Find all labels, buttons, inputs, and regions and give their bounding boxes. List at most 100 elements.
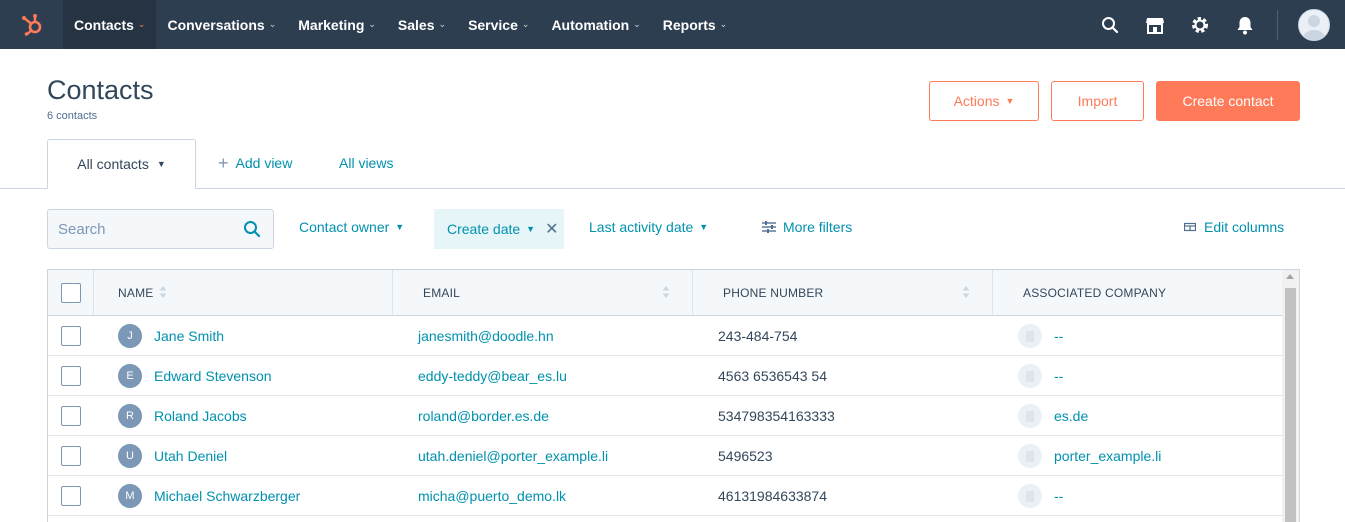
contact-name-link[interactable]: Michael Schwarzberger	[154, 488, 300, 504]
record-count: 6 contacts	[47, 110, 98, 122]
sort-icon[interactable]	[661, 284, 671, 300]
nav-item-marketing[interactable]: Marketing ⌄	[287, 0, 387, 49]
page-title: Contacts	[47, 75, 154, 105]
column-header-email[interactable]: EMAIL	[423, 270, 460, 315]
close-icon[interactable]: ✕	[545, 219, 558, 239]
column-header-name[interactable]: NAME	[118, 270, 153, 315]
column-divider	[392, 270, 393, 315]
filter-label: Contact owner	[299, 219, 390, 235]
search-icon[interactable]	[243, 220, 261, 243]
import-label: Import	[1077, 93, 1118, 109]
search-input[interactable]	[58, 220, 238, 238]
column-label: EMAIL	[423, 285, 461, 300]
sort-icon[interactable]	[961, 284, 971, 300]
email-cell: janesmith@doodle.hn	[418, 316, 554, 356]
create-contact-button[interactable]: Create contact	[1156, 81, 1300, 121]
caret-down-icon: ▼	[699, 222, 709, 232]
row-checkbox[interactable]	[61, 446, 81, 466]
caret-down-icon: ▼	[1005, 96, 1015, 106]
contact-email-link[interactable]: utah.deniel@porter_example.li	[418, 448, 608, 464]
email-cell: eddy-teddy@bear_es.lu	[418, 356, 567, 396]
table-row[interactable]: M Michael Schwarzberger micha@puerto_dem…	[48, 476, 1283, 516]
nav-label: Contacts	[74, 16, 134, 33]
email-cell: roland@border.es.de	[418, 396, 549, 436]
company-link[interactable]: --	[1054, 488, 1063, 504]
table-row[interactable]: J Jane Smith janesmith@doodle.hn 243-484…	[48, 316, 1283, 356]
building-icon	[1018, 404, 1042, 428]
caret-down-icon: ▼	[526, 224, 536, 234]
scrollbar-thumb[interactable]	[1285, 288, 1296, 522]
table-scrollbar[interactable]	[1282, 270, 1299, 522]
search-icon[interactable]	[1087, 0, 1132, 49]
sort-icon[interactable]	[158, 284, 168, 300]
nav-utilities	[1087, 0, 1345, 49]
contact-email-link[interactable]: janesmith@doodle.hn	[418, 328, 554, 344]
row-checkbox[interactable]	[61, 366, 81, 386]
filter-label: Create date	[447, 221, 521, 237]
company-link[interactable]: --	[1054, 368, 1063, 384]
contact-name-link[interactable]: Utah Deniel	[154, 448, 227, 464]
all-views-link[interactable]: All views	[339, 155, 393, 171]
company-link[interactable]: es.de	[1054, 408, 1088, 424]
contact-name-link[interactable]: Roland Jacobs	[154, 408, 247, 424]
table-row[interactable]: U Utah Deniel utah.deniel@porter_example…	[48, 436, 1283, 476]
more-filters-label: More filters	[783, 219, 853, 235]
bell-icon[interactable]	[1222, 0, 1267, 49]
nav-item-automation[interactable]: Automation ⌄	[540, 0, 651, 49]
contact-email-link[interactable]: eddy-teddy@bear_es.lu	[418, 368, 567, 384]
contact-email-link[interactable]: roland@border.es.de	[418, 408, 549, 424]
row-checkbox[interactable]	[61, 406, 81, 426]
add-view-button[interactable]: + Add view	[218, 153, 292, 173]
nav-item-contacts[interactable]: Contacts ⌄	[63, 0, 157, 49]
company-cell: es.de	[1018, 396, 1088, 436]
nav-item-sales[interactable]: Sales ⌄	[387, 0, 457, 49]
marketplace-icon[interactable]	[1132, 0, 1177, 49]
table-row[interactable]: E Edward Stevenson eddy-teddy@bear_es.lu…	[48, 356, 1283, 396]
column-header-phone[interactable]: PHONE NUMBER	[723, 270, 823, 315]
hubspot-logo-icon[interactable]	[0, 0, 63, 49]
column-label: PHONE NUMBER	[723, 285, 824, 300]
plus-icon: +	[218, 153, 229, 173]
column-header-company[interactable]: ASSOCIATED COMPANY	[1023, 270, 1166, 315]
more-filters-button[interactable]: More filters	[762, 219, 852, 235]
contact-email-link[interactable]: micha@puerto_demo.lk	[418, 488, 566, 504]
last-activity-filter[interactable]: Last activity date ▼	[589, 219, 708, 235]
contact-owner-filter[interactable]: Contact owner ▼	[299, 219, 404, 235]
table-row[interactable]: R Roland Jacobs roland@border.es.de 5347…	[48, 396, 1283, 436]
row-checkbox[interactable]	[61, 326, 81, 346]
nav-item-reports[interactable]: Reports ⌄	[652, 0, 738, 49]
company-link[interactable]: porter_example.li	[1054, 448, 1161, 464]
contact-avatar: E	[118, 364, 142, 388]
row-checkbox-cell	[61, 316, 81, 356]
building-icon	[1018, 484, 1042, 508]
caret-down-icon: ▼	[156, 159, 166, 169]
name-cell: J Jane Smith	[118, 316, 224, 356]
contact-name-link[interactable]: Edward Stevenson	[154, 368, 272, 384]
scroll-up-arrow-icon[interactable]	[1286, 274, 1294, 279]
import-button[interactable]: Import	[1051, 81, 1144, 121]
nav-item-service[interactable]: Service ⌄	[457, 0, 540, 49]
gear-icon[interactable]	[1177, 0, 1222, 49]
row-checkbox-cell	[61, 436, 81, 476]
column-label: NAME	[118, 285, 154, 300]
company-link[interactable]: --	[1054, 328, 1063, 344]
tab-all-contacts[interactable]: All contacts ▼	[47, 139, 196, 189]
create-date-filter[interactable]: Create date ▼ ✕	[434, 209, 564, 249]
email-cell: utah.deniel@porter_example.li	[418, 436, 608, 476]
user-avatar-icon[interactable]	[1298, 8, 1330, 41]
contact-avatar: M	[118, 484, 142, 508]
row-checkbox[interactable]	[61, 486, 81, 506]
name-cell: E Edward Stevenson	[118, 356, 272, 396]
nav-label: Sales	[397, 16, 435, 33]
nav-item-conversations[interactable]: Conversations ⌄	[156, 0, 287, 49]
nav-label: Service	[468, 16, 518, 33]
actions-button[interactable]: Actions ▼	[929, 81, 1039, 121]
edit-columns-button[interactable]: Edit columns	[1184, 219, 1284, 235]
nav-label: Reports	[662, 16, 716, 33]
nav-label: Automation	[551, 16, 630, 33]
select-all-checkbox[interactable]	[61, 282, 81, 303]
nav-label: Marketing	[298, 16, 365, 33]
phone-cell: 4563 6536543 54	[718, 356, 827, 396]
building-icon	[1018, 324, 1042, 348]
contact-name-link[interactable]: Jane Smith	[154, 328, 224, 344]
